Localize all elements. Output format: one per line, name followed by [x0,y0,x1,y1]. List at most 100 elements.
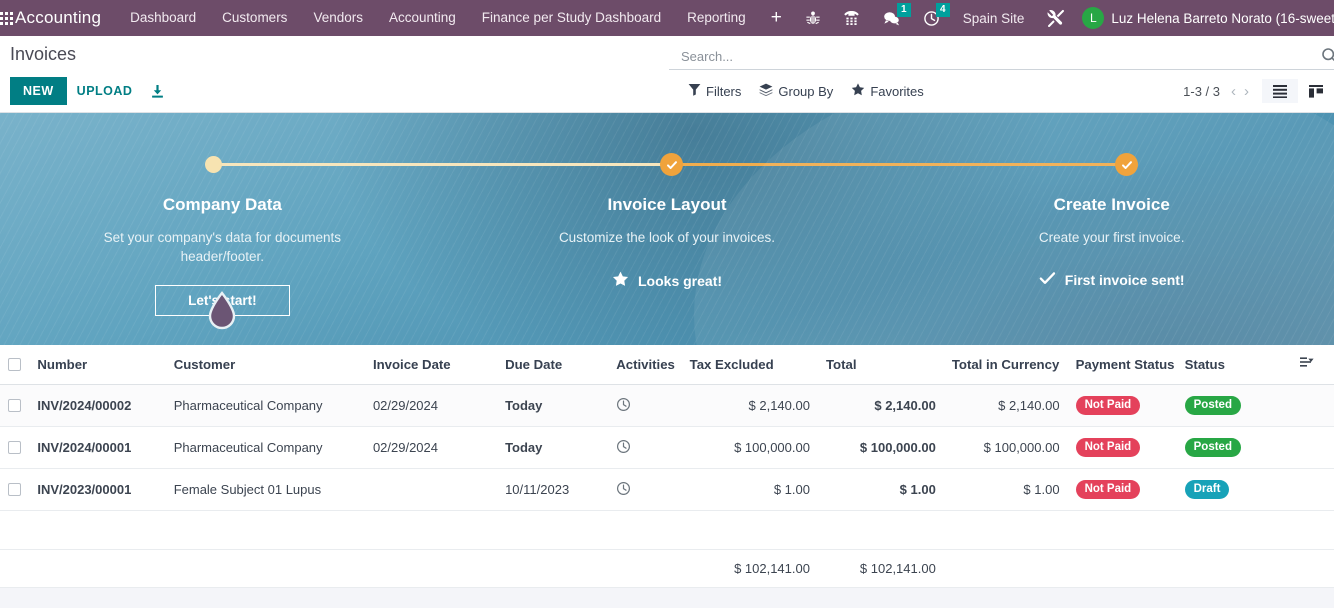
messages-icon[interactable]: 1 [871,0,912,36]
pager-value: 1-3 / 3 [1183,83,1220,99]
kanban-view-button[interactable] [1298,79,1334,103]
column-header-total[interactable]: Total [817,345,944,385]
group-by-label: Group By [778,83,834,99]
cell-spacer [1291,426,1334,469]
filters-button[interactable]: Filters [669,81,750,101]
cell-activities[interactable] [608,384,682,427]
control-panel: Invoices NEW UPLOAD [0,36,1334,113]
column-header-number[interactable]: Number [29,345,166,385]
column-header-status[interactable]: Status [1176,345,1292,385]
list-view-button[interactable] [1262,79,1298,103]
user-menu[interactable]: L Luz Helena Barreto Norato (16-sweet-b. [1076,7,1334,29]
site-selector[interactable]: Spain Site [951,11,1037,26]
row-select-cell [0,468,30,511]
apps-menu-button[interactable] [0,0,13,36]
nav-item-reporting[interactable]: Reporting [674,0,759,36]
activities-clock-icon[interactable]: 4 [912,0,951,36]
cell-number[interactable]: INV/2024/00001 [29,426,166,469]
totals-spacer [608,549,682,588]
pager-next-button[interactable]: › [1241,84,1252,99]
pager-previous-button[interactable]: ‹ [1228,84,1239,99]
step-subtitle: Customize the look of your invoices. [558,230,776,245]
table-row[interactable]: INV/2023/00001 Female Subject 01 Lupus 1… [0,468,1334,511]
search-box[interactable] [669,44,1334,70]
search-input[interactable] [679,48,1326,65]
cell-number[interactable]: INV/2023/00001 [29,468,166,511]
column-header-tax-excluded[interactable]: Tax Excluded [681,345,818,385]
totals-spacer [165,549,365,588]
row-checkbox[interactable] [8,441,21,454]
droplet-pointer-icon [206,291,238,331]
status-badge: Not Paid [1075,438,1141,457]
search-icon[interactable] [1321,47,1334,67]
nav-add-button[interactable]: + [759,0,794,36]
cell-number[interactable]: INV/2024/00002 [29,384,166,427]
column-header-payment-status[interactable]: Payment Status [1067,345,1177,385]
nav-item-customers[interactable]: Customers [209,0,300,36]
cell-activities[interactable] [608,468,682,511]
phone-dialpad-icon[interactable] [832,0,871,36]
row-checkbox[interactable] [8,399,21,412]
bug-icon[interactable] [794,0,832,36]
step-node-1[interactable] [205,156,222,173]
optional-columns-dropdown[interactable] [1291,345,1334,385]
cell-activities[interactable] [608,426,682,469]
cell-spacer [1291,468,1334,511]
search-panel [669,44,1334,70]
column-header-due-date[interactable]: Due Date [497,345,609,385]
column-header-customer[interactable]: Customer [165,345,365,385]
select-all-checkbox[interactable] [8,357,21,371]
status-badge: Draft [1184,480,1230,499]
app-brand-title[interactable]: Accounting [13,8,117,28]
cell-customer[interactable]: Pharmaceutical Company [165,384,365,427]
cell-invoice-date: 02/29/2024 [364,384,498,427]
cell-total-in-currency: $ 1.00 [943,468,1068,511]
star-icon [851,83,865,99]
select-all-header [0,345,30,385]
first-invoice-sent-action[interactable]: First invoice sent! [889,271,1334,288]
cell-tax-excluded: $ 100,000.00 [681,426,818,469]
breadcrumb[interactable]: Invoices [0,44,76,65]
pager: 1-3 / 3 ‹ › [1183,84,1252,99]
cell-invoice-date [364,468,498,511]
step-node-3[interactable] [1115,153,1138,176]
cell-total: $ 1.00 [817,468,944,511]
list-footer-strip [0,588,1334,608]
nav-item-dashboard[interactable]: Dashboard [117,0,209,36]
column-settings-icon [1299,357,1314,372]
control-panel-top-row: Invoices [0,36,1334,70]
table-row[interactable]: INV/2024/00002 Pharmaceutical Company 02… [0,384,1334,427]
cell-customer[interactable]: Female Subject 01 Lupus [165,468,365,511]
cell-customer[interactable]: Pharmaceutical Company [165,426,365,469]
looks-great-action[interactable]: Looks great! [445,271,890,290]
nav-item-finance-per-study-dashboard[interactable]: Finance per Study Dashboard [469,0,674,36]
control-panel-bottom-row: NEW UPLOAD Filters Group By Favorites 1-… [0,70,1334,112]
column-header-total-in-currency[interactable]: Total in Currency [943,345,1068,385]
column-header-invoice-date[interactable]: Invoice Date [364,345,498,385]
download-icon[interactable] [142,84,173,99]
grid-apps-icon [0,11,13,25]
step-node-2[interactable] [660,153,683,176]
upload-button[interactable]: UPLOAD [67,77,143,105]
cell-total: $ 100,000.00 [817,426,944,469]
column-header-activities[interactable]: Activities [608,345,682,385]
row-checkbox[interactable] [8,483,21,496]
invoice-table: Number Customer Invoice Date Due Date Ac… [0,345,1334,588]
new-button[interactable]: NEW [10,77,67,105]
cell-total-in-currency: $ 2,140.00 [943,384,1068,427]
cell-payment-status: Not Paid [1067,384,1177,427]
wrench-screwdriver-icon[interactable] [1036,0,1076,36]
step-title: Create Invoice [1053,195,1170,214]
cell-total-in-currency: $ 100,000.00 [943,426,1068,469]
clock-icon [616,439,631,457]
nav-item-accounting[interactable]: Accounting [376,0,469,36]
empty-cell [0,510,1334,550]
nav-item-vendors[interactable]: Vendors [300,0,376,36]
cell-status: Draft [1176,468,1292,511]
favorites-button[interactable]: Favorites [842,81,932,101]
group-by-button[interactable]: Group By [750,81,842,101]
table-row[interactable]: INV/2024/00001 Pharmaceutical Company 02… [0,426,1334,469]
clock-icon [616,481,631,499]
funnel-icon [688,83,701,99]
cell-tax-excluded: $ 2,140.00 [681,384,818,427]
